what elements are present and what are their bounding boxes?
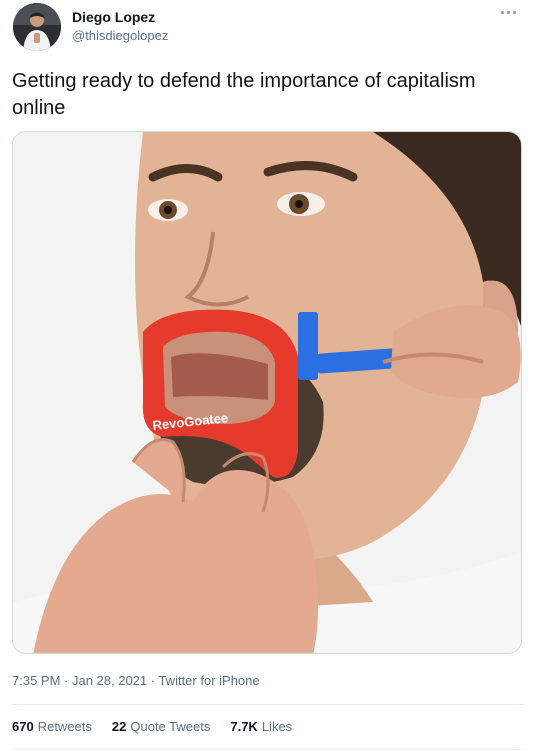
more-options-icon[interactable]	[497, 4, 519, 20]
avatar[interactable]	[13, 3, 61, 51]
retweets-count: 670	[12, 719, 34, 734]
quote-tweets-stat[interactable]: 22 Quote Tweets	[112, 719, 210, 734]
tweet: Diego Lopez @thisdiegolopez Getting read…	[0, 0, 537, 750]
avatar-image	[13, 3, 61, 51]
retweets-stat[interactable]: 670 Retweets	[12, 719, 92, 734]
quote-tweets-count: 22	[111, 719, 127, 734]
likes-label: Likes	[261, 719, 293, 734]
tweet-image[interactable]: RevoGoatee	[12, 131, 522, 654]
likes-count: 7.7K	[230, 719, 258, 734]
quote-tweets-label: Quote Tweets	[130, 719, 211, 734]
retweets-label: Retweets	[37, 719, 92, 734]
user-name[interactable]: Diego Lopez	[72, 9, 155, 25]
tweet-stats: 670 Retweets 22 Quote Tweets 7.7K Likes	[12, 719, 292, 734]
tweet-timestamp[interactable]: 7:35 PM · Jan 28, 2021 · Twitter for iPh…	[12, 673, 260, 688]
user-handle[interactable]: @thisdiegolopez	[72, 28, 168, 43]
tweet-text: Getting ready to defend the importance o…	[12, 70, 476, 119]
divider	[12, 704, 525, 705]
likes-stat[interactable]: 7.7K Likes	[230, 719, 292, 734]
